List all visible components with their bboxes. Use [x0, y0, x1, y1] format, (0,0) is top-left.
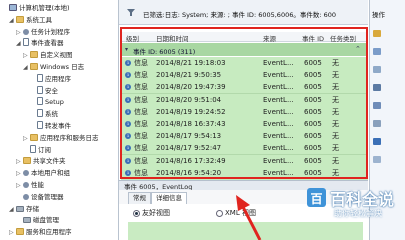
tree-item[interactable]: ▷ 服务和应用程序 [9, 227, 72, 237]
log-icon [30, 144, 36, 153]
expand-toggle-icon[interactable]: ▷ [16, 157, 23, 167]
watermark-logo-char: 百 [310, 192, 323, 206]
log-icon [37, 97, 43, 106]
log-icon [37, 85, 43, 94]
tree-item-label: 本地用户和组 [31, 169, 70, 178]
highlight-box [120, 27, 368, 179]
tree-item-label: 磁盘管理 [33, 216, 59, 225]
tree-item[interactable]: ▷ 本地用户和组 [16, 168, 70, 178]
tree-item-label: 设备管理器 [31, 192, 64, 201]
find-icon[interactable] [373, 120, 381, 127]
properties-icon[interactable] [373, 102, 381, 109]
tree-item-label: 系统工具 [26, 15, 52, 24]
friendly-view-label: 友好视图 [142, 209, 170, 217]
radio-friendly-view[interactable] [133, 210, 140, 217]
tree-item-label: 共享文件夹 [33, 157, 66, 166]
gear-icon [23, 193, 29, 200]
folder-icon [30, 51, 38, 59]
expand-toggle-icon[interactable]: ◢ [9, 16, 16, 26]
tree-item[interactable]: 磁盘管理 [16, 215, 59, 225]
tree-item-label: 服务和应用程序 [26, 228, 72, 237]
log-icon [37, 109, 43, 118]
open-log-icon[interactable] [373, 30, 381, 37]
tree-item-label: 事件查看器 [31, 39, 64, 48]
tree-item-label: 订阅 [38, 145, 51, 154]
watermark-title: 百科全说 [330, 190, 395, 209]
import-view-icon[interactable] [373, 66, 381, 73]
tree-item-label: 安全 [45, 86, 58, 95]
tree-item[interactable]: ◢ 事件查看器 [16, 38, 64, 48]
log-icon [23, 38, 29, 47]
tree-item[interactable]: ◢ Windows 日志 [23, 62, 84, 72]
tree-item-label: 存储 [26, 204, 39, 213]
folder-icon [30, 63, 38, 70]
navigation-tree: 计算机管理(本地) ◢ 系统工具 ▷ 任务计划程序 ◢ 事件查看器 ▷ 自定义视图 ◢ Window… [0, 0, 119, 240]
expand-toggle-icon[interactable]: ◢ [23, 63, 30, 73]
watermark-subtitle: 助你轻松解决 [334, 209, 382, 218]
tree-item[interactable]: 设备管理器 [16, 192, 64, 202]
tree-item[interactable]: 计算机管理(本地) [2, 3, 70, 13]
gear-icon [23, 182, 29, 188]
tree-item[interactable]: ◢ 系统工具 [9, 15, 52, 25]
red-arrow-icon [236, 195, 262, 240]
save-events-icon[interactable] [373, 138, 381, 145]
tree-item[interactable]: ▷ 自定义视图 [23, 50, 73, 60]
folder-icon [30, 133, 38, 141]
disk-icon [23, 217, 31, 224]
tree-item[interactable]: Setup [30, 97, 64, 107]
expand-toggle-icon[interactable]: ▷ [16, 28, 23, 38]
folder-icon [16, 228, 24, 236]
tree-item-label: 任务计划程序 [31, 27, 70, 36]
expand-toggle-icon[interactable]: ▷ [23, 51, 30, 61]
create-view-icon[interactable] [373, 48, 381, 55]
filter-icon [127, 9, 135, 16]
tree-item[interactable]: ▷ 性能 [16, 180, 44, 190]
tree-item[interactable]: ◢ 存储 [9, 204, 39, 214]
log-icon [37, 73, 43, 82]
tree-item-label: Setup [45, 98, 64, 107]
tree-item[interactable]: 安全 [30, 85, 58, 96]
expand-toggle-icon[interactable]: ▷ [16, 169, 23, 179]
tree-item-label: 应用程序和服务日志 [40, 133, 99, 142]
tree-item[interactable]: 订阅 [23, 144, 51, 155]
disk-icon [16, 205, 24, 212]
tree-item-label: 应用程序 [45, 74, 71, 83]
tree-item-label: 转发事件 [45, 122, 71, 130]
tree-item-label: 系统 [45, 110, 58, 119]
gear-icon [23, 170, 29, 177]
folder-icon [16, 15, 24, 23]
filter-log-icon[interactable] [373, 84, 381, 91]
tree-item-label: 性能 [31, 181, 44, 189]
expand-toggle-icon[interactable]: ◢ [9, 205, 16, 215]
expand-toggle-icon[interactable]: ▷ [16, 181, 23, 191]
tree-item[interactable]: ▷ 共享文件夹 [16, 156, 66, 166]
expand-toggle-icon[interactable]: ▷ [23, 134, 30, 144]
tree-item-label: Windows 日志 [40, 63, 85, 71]
expand-toggle-icon[interactable]: ◢ [16, 39, 23, 49]
tree-item-label: 自定义视图 [40, 51, 73, 60]
filter-summary: 已筛选:日志: System; 来源: ; 事件 ID: 6005,6006。事… [143, 11, 337, 19]
log-icon [37, 121, 43, 129]
tree-item[interactable]: 转发事件 [30, 121, 71, 131]
attach-task-icon[interactable] [373, 156, 381, 163]
tree-item[interactable]: ▷ 应用程序和服务日志 [23, 133, 99, 143]
tree-item[interactable]: ▷ 任务计划程序 [16, 27, 70, 37]
actions-title: 操作 [372, 11, 385, 19]
expand-toggle-icon[interactable]: ▷ [9, 228, 16, 238]
radio-xml-view[interactable] [216, 210, 223, 217]
tree-item[interactable]: 系统 [30, 109, 58, 119]
tree-item-label: 计算机管理(本地) [19, 4, 70, 12]
folder-icon [23, 157, 31, 165]
computer-icon [9, 4, 17, 11]
tree-item[interactable]: 应用程序 [30, 73, 71, 84]
gear-icon [23, 28, 29, 35]
